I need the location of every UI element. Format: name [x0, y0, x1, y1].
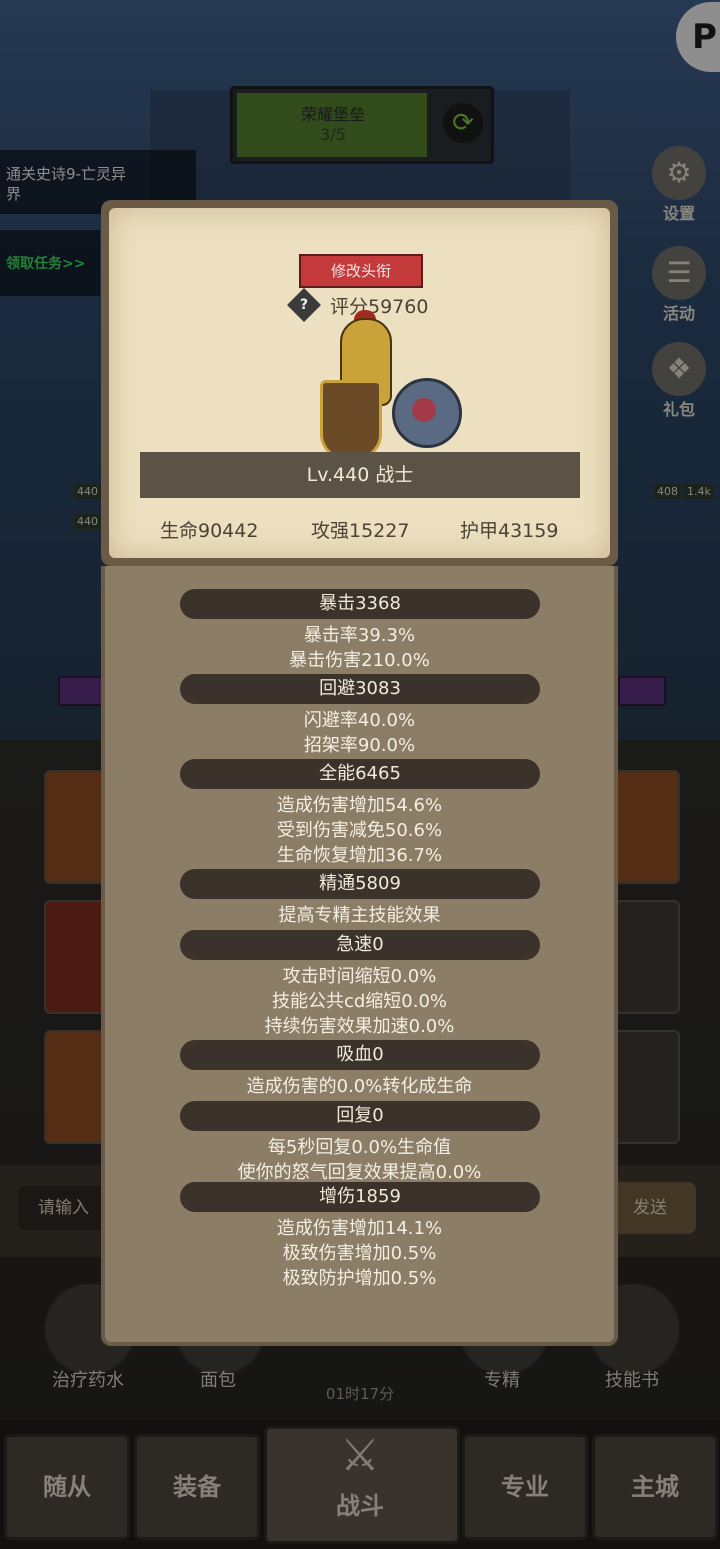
stat-line: 造成伤害增加14.1% — [276, 1218, 443, 1239]
stat-line: 极致防护增加0.5% — [282, 1268, 437, 1289]
stat-line: 技能公共cd缩短0.0% — [271, 991, 448, 1012]
stat-line: 每5秒回复0.0%生命值 — [267, 1137, 452, 1158]
stat-line: 持续伤害效果加速0.0% — [264, 1016, 455, 1037]
stat-header-lifesteal: 吸血0 — [180, 1040, 540, 1070]
stat-line: 造成伤害增加54.6% — [276, 795, 443, 816]
stat-line: 提高专精主技能效果 — [278, 905, 441, 926]
hp-stat: 生命90442 — [160, 520, 259, 542]
stat-header-haste: 急速0 — [180, 930, 540, 960]
stat-line: 生命恢复增加36.7% — [276, 845, 443, 866]
stat-line: 受到伤害减免50.6% — [276, 820, 443, 841]
stat-header-damage-bonus: 增伤1859 — [180, 1182, 540, 1212]
level-class-text: Lv.440 战士 — [306, 464, 414, 486]
warrior-avatar — [300, 310, 470, 460]
stat-line: 攻击时间缩短0.0% — [282, 966, 437, 987]
stat-header-mastery: 精通5809 — [180, 869, 540, 899]
stat-line: 闪避率40.0% — [303, 710, 416, 731]
stat-header-avoidance: 回避3083 — [180, 674, 540, 704]
stat-line: 使你的怒气回复效果提高0.0% — [237, 1162, 482, 1183]
stat-header-versatility: 全能6465 — [180, 759, 540, 789]
attack-stat: 攻强15227 — [311, 520, 410, 542]
stat-line: 暴击伤害210.0% — [289, 650, 430, 671]
stat-line: 造成伤害的0.0%转化成生命 — [246, 1076, 473, 1097]
stat-line: 极致伤害增加0.5% — [282, 1243, 437, 1264]
stat-header-crit: 暴击3368 — [180, 589, 540, 619]
stat-line: 暴击率39.3% — [303, 625, 416, 646]
stat-header-regen: 回复0 — [180, 1101, 540, 1131]
armor-stat: 护甲43159 — [460, 520, 559, 542]
edit-title-button[interactable]: 修改头衔 — [299, 254, 423, 288]
shield-icon — [320, 380, 382, 460]
stat-line: 招架率90.0% — [303, 735, 416, 756]
axe-gem — [412, 398, 436, 422]
